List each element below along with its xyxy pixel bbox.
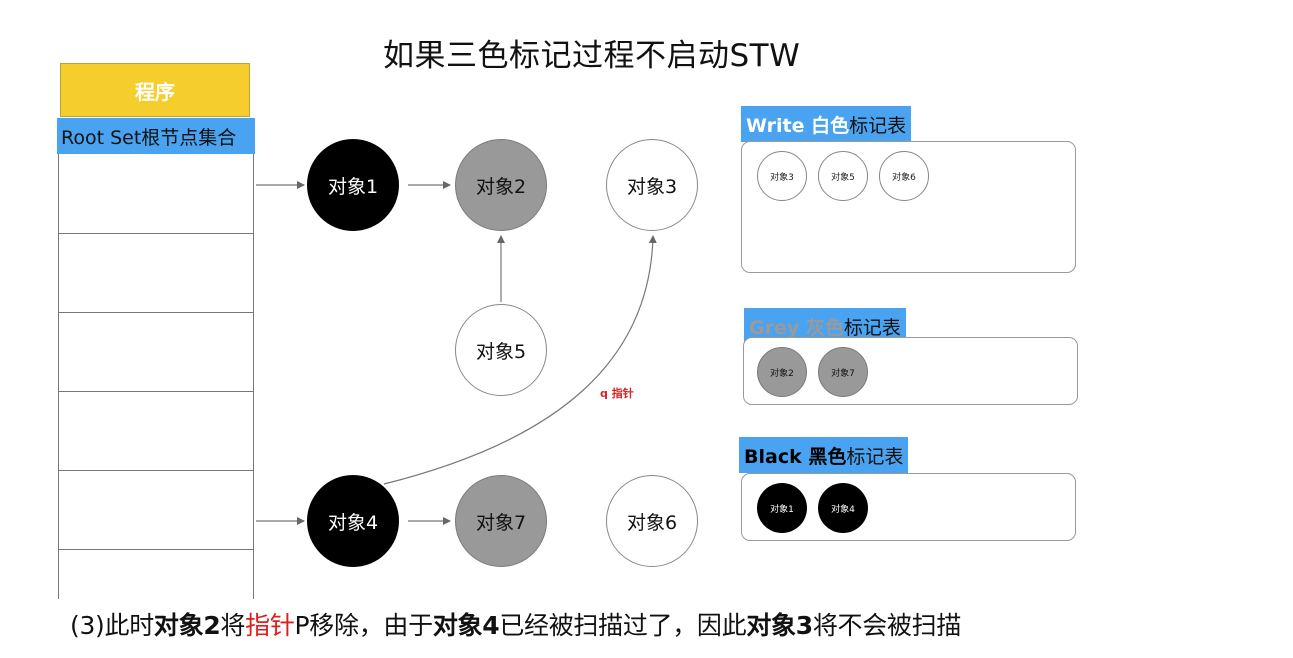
grey-table-suffix: 标记表 xyxy=(843,316,901,339)
white-table-suffix: 标记表 xyxy=(849,114,907,137)
black-item: 对象4 xyxy=(818,483,868,533)
white-item: 对象3 xyxy=(757,151,807,201)
node-object-5: 对象5 xyxy=(455,304,547,396)
caption-part: (3)此时 xyxy=(70,611,154,640)
grey-table-box: 对象2 对象7 xyxy=(743,337,1078,405)
caption-object-2: 对象2 xyxy=(153,611,221,640)
caption-pointer: 指针 xyxy=(245,611,295,640)
node-label: 对象4 xyxy=(327,511,379,534)
node-object-3: 对象3 xyxy=(606,139,698,231)
caption-object-3: 对象3 xyxy=(746,611,813,640)
q-pointer-label: q 指针 xyxy=(600,387,634,400)
caption-part: 已经被扫描过了，因此 xyxy=(499,611,747,640)
white-table-header: Write 白色 标记表 xyxy=(741,106,912,142)
node-label: 对象5 xyxy=(475,340,527,363)
caption-part: 将不会被扫描 xyxy=(812,611,962,640)
white-item: 对象6 xyxy=(879,151,929,201)
grey-item: 对象2 xyxy=(757,347,807,397)
node-object-7: 对象7 xyxy=(455,475,547,567)
node-label: 对象1 xyxy=(327,175,379,198)
node-object-1: 对象1 xyxy=(307,139,399,231)
caption-part: 将 xyxy=(220,611,246,640)
grey-table-title: Grey 灰色 xyxy=(749,316,844,339)
node-label: 对象3 xyxy=(626,175,678,198)
node-label: 对象6 xyxy=(626,511,678,534)
node-label: 对象7 xyxy=(475,511,527,534)
black-table-box: 对象1 对象4 xyxy=(741,473,1076,541)
caption-object-4: 对象4 xyxy=(432,611,500,640)
white-table-box: 对象3 对象5 对象6 xyxy=(741,141,1076,273)
node-object-6: 对象6 xyxy=(606,475,698,567)
white-table-title: Write 白色 xyxy=(746,114,850,137)
node-label: 对象2 xyxy=(475,175,527,198)
caption-part: P移除，由于 xyxy=(294,611,434,640)
black-table-header: Black 黑色 标记表 xyxy=(739,437,909,473)
black-item: 对象1 xyxy=(757,483,807,533)
grey-item: 对象7 xyxy=(818,347,868,397)
black-table-title: Black 黑色 xyxy=(744,445,847,468)
caption: (3)此时对象2将指针P移除，由于对象4已经被扫描过了，因此对象3将不会被扫描 xyxy=(70,606,961,642)
white-item: 对象5 xyxy=(818,151,868,201)
node-object-2: 对象2 xyxy=(455,139,547,231)
node-object-4: 对象4 xyxy=(307,475,399,567)
black-table-suffix: 标记表 xyxy=(846,445,904,468)
